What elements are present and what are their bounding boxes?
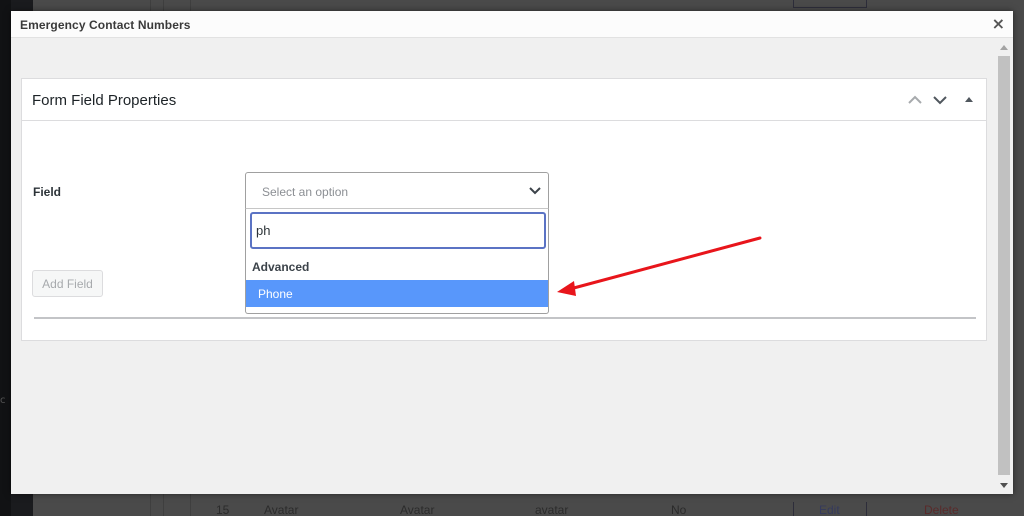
select-search-input[interactable] <box>250 212 546 249</box>
background-sidebar-text: c <box>0 395 6 406</box>
select-placeholder: Select an option <box>262 185 349 199</box>
scroll-up-arrow-icon[interactable] <box>1000 45 1008 50</box>
option-label: Phone <box>258 287 293 301</box>
option-phone[interactable]: Phone <box>246 280 548 307</box>
close-icon[interactable]: × <box>992 14 1005 34</box>
field-label: Field <box>33 185 62 199</box>
panel-divider <box>34 317 976 319</box>
row-name: Avatar <box>400 503 435 516</box>
chevron-down-icon <box>529 187 541 195</box>
scrollbar-thumb[interactable] <box>998 56 1010 475</box>
select-dropdown: Advanced Phone <box>245 209 549 314</box>
add-field-button[interactable]: Add Field <box>32 270 103 297</box>
row-key: avatar <box>535 503 569 516</box>
background-box <box>793 0 867 8</box>
background-table-row: 15 Avatar Avatar avatar No Edit Delete <box>0 502 1024 516</box>
option-group-label: Advanced <box>252 260 310 274</box>
modal-scrollbar[interactable] <box>996 39 1013 494</box>
row-required: No <box>671 503 687 516</box>
chevron-down-icon[interactable] <box>931 91 949 109</box>
row-delete-link[interactable]: Delete <box>924 503 959 516</box>
form-field-properties-panel: Form Field Properties Field Select an op… <box>21 78 987 341</box>
modal-header: Emergency Contact Numbers × <box>11 11 1013 38</box>
modal-title: Emergency Contact Numbers <box>20 18 191 32</box>
scroll-down-arrow-icon[interactable] <box>1000 483 1008 488</box>
panel-header: Form Field Properties <box>22 79 986 121</box>
panel-title: Form Field Properties <box>32 92 177 109</box>
chevron-up-icon[interactable] <box>906 91 924 109</box>
row-label: Avatar <box>264 503 299 516</box>
row-id: 15 <box>216 503 230 516</box>
modal-dialog: Emergency Contact Numbers × Form Field P… <box>11 11 1013 494</box>
row-edit-link[interactable]: Edit <box>819 503 840 516</box>
field-select[interactable]: Select an option <box>245 172 549 209</box>
collapse-triangle-icon[interactable] <box>960 91 978 109</box>
